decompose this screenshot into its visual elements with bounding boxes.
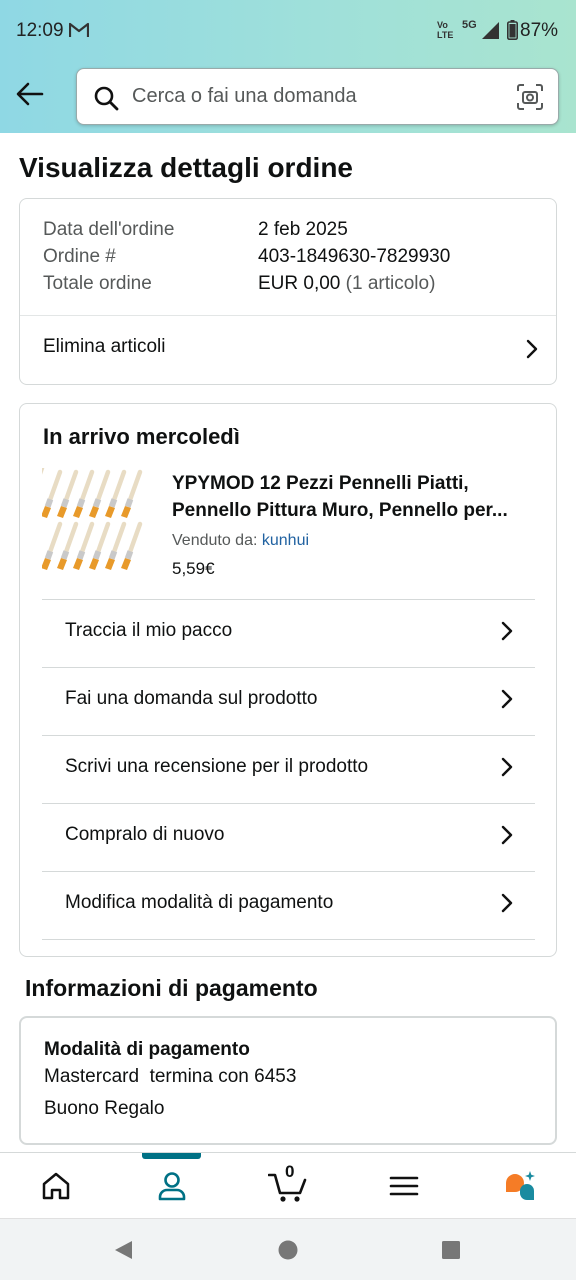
buy-again-label: Compralo di nuovo: [65, 824, 225, 845]
battery-percentage: 87%: [520, 20, 559, 41]
5g-indicator: 5G: [462, 19, 477, 31]
battery-icon: [507, 20, 518, 40]
status-bar: 12:09 Vo LTE 5G 87%: [0, 0, 576, 62]
buy-again-row[interactable]: Compralo di nuovo: [42, 804, 535, 871]
product-price: 5,59€: [172, 559, 215, 578]
track-package-label: Traccia il mio pacco: [65, 620, 233, 641]
order-number-label: Ordine #: [43, 246, 116, 267]
order-total-value: EUR 0,00 (1 articolo): [258, 273, 436, 294]
chevron-right-icon: [501, 825, 513, 845]
ask-question-row[interactable]: Fai una domanda sul prodotto: [42, 668, 535, 735]
home-circle-icon[interactable]: [277, 1239, 299, 1261]
back-triangle-icon[interactable]: [113, 1239, 135, 1261]
write-review-label: Scrivi una recensione per il prodotto: [65, 756, 369, 777]
chevron-right-icon: [501, 893, 513, 913]
order-number-value: 403-1849630-7829930: [258, 246, 451, 267]
shipment-card: In arrivo mercoledì YPYMOD 12 Pezzi Penn…: [19, 403, 557, 957]
seller-link[interactable]: kunhui: [262, 532, 309, 549]
change-payment-label: Modifica modalità di pagamento: [65, 892, 334, 913]
back-arrow-icon[interactable]: [12, 78, 48, 110]
ask-question-label: Fai una domanda sul prodotto: [65, 688, 318, 709]
rufus-assistant-icon[interactable]: [503, 1169, 537, 1203]
search-input[interactable]: Cerca o fai una domanda: [132, 85, 357, 108]
chevron-right-icon: [501, 757, 513, 777]
delivery-status-heading: In arrivo mercoledì: [43, 424, 240, 449]
chevron-right-icon: [501, 621, 513, 641]
payment-method-heading: Modalità di pagamento: [44, 1039, 250, 1060]
chevron-right-icon: [501, 689, 513, 709]
account-icon[interactable]: [155, 1169, 189, 1203]
product-title-link[interactable]: YPYMOD 12 Pezzi Pennelli Piatti, Pennell…: [172, 470, 534, 524]
delete-items-row[interactable]: Elimina articoli: [20, 316, 556, 384]
cart-count: 0: [285, 1162, 295, 1181]
gmail-icon: [69, 22, 89, 37]
order-summary-card: Data dell'ordine 2 feb 2025 Ordine # 403…: [19, 198, 557, 385]
product-image[interactable]: [42, 468, 150, 578]
search-icon: [94, 86, 119, 111]
volte-indicator: Vo LTE: [437, 20, 454, 40]
write-review-row[interactable]: Scrivi una recensione per il prodotto: [42, 736, 535, 803]
gift-card-info: Buono Regalo: [44, 1098, 165, 1119]
app-header: 12:09 Vo LTE 5G 87% Cerca o fai una doma…: [0, 0, 576, 133]
status-time: 12:09: [16, 20, 64, 41]
order-total-label: Totale ordine: [43, 273, 152, 294]
system-navigation-bar: [0, 1218, 576, 1280]
camera-lens-icon[interactable]: [516, 83, 544, 111]
track-package-row[interactable]: Traccia il mio pacco: [42, 600, 535, 667]
seller-info: Venduto da: kunhui: [172, 532, 310, 549]
payment-card: Modalità di pagamento Mastercard termina…: [19, 1016, 557, 1145]
divider: [42, 939, 535, 940]
delete-items-label: Elimina articoli: [43, 336, 166, 357]
active-tab-indicator: [142, 1153, 201, 1159]
home-icon[interactable]: [39, 1169, 73, 1203]
change-payment-row[interactable]: Modifica modalità di pagamento: [42, 872, 535, 939]
card-info: Mastercard termina con 6453: [44, 1066, 297, 1087]
signal-icon: [482, 22, 499, 39]
bottom-navigation: 0: [0, 1152, 576, 1217]
search-bar[interactable]: Cerca o fai una domanda: [76, 68, 559, 125]
chevron-right-icon: [526, 339, 538, 359]
order-date-label: Data dell'ordine: [43, 219, 175, 240]
payment-section-title: Informazioni di pagamento: [25, 975, 318, 1001]
recents-square-icon[interactable]: [440, 1239, 462, 1261]
page-title: Visualizza dettagli ordine: [19, 152, 354, 183]
menu-icon[interactable]: [387, 1169, 421, 1203]
order-date-value: 2 feb 2025: [258, 219, 348, 240]
